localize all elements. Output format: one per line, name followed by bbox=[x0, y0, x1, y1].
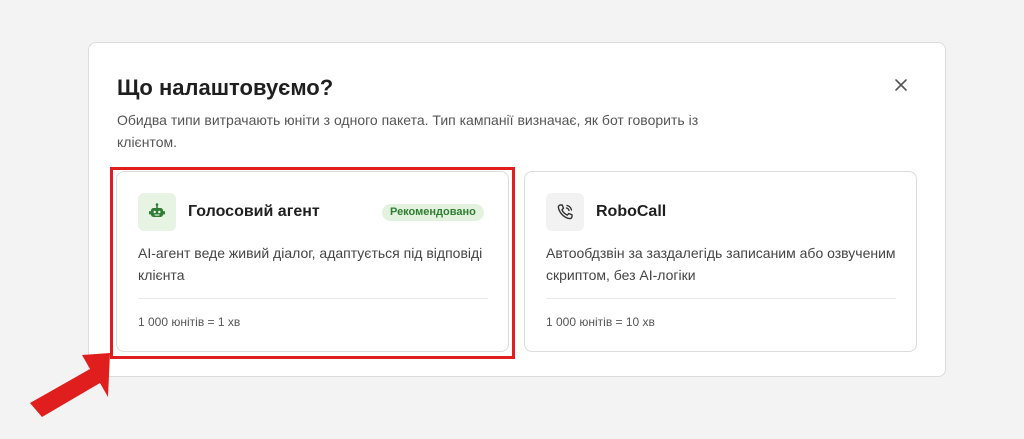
card-divider bbox=[138, 298, 488, 299]
option-name: RoboCall bbox=[596, 203, 667, 220]
option-rate: 1 000 юнітів = 1 хв bbox=[138, 315, 241, 329]
option-name: Голосовий агент bbox=[188, 203, 320, 220]
option-card-voice-agent[interactable]: Голосовий агент Рекомендовано AI-агент в… bbox=[116, 171, 509, 352]
campaign-type-modal: Що налаштовуємо? Обидва типи витрачають … bbox=[88, 42, 946, 377]
modal-title: Що налаштовуємо? bbox=[117, 75, 334, 100]
phone-call-icon bbox=[546, 193, 584, 231]
card-divider bbox=[546, 298, 896, 299]
option-description: AI-агент веде живий діалог, адаптується … bbox=[138, 245, 483, 283]
option-rate: 1 000 юнітів = 10 хв bbox=[546, 315, 655, 329]
recommended-badge: Рекомендовано bbox=[382, 204, 484, 221]
option-card-robocall[interactable]: RoboCall Автообдзвін за заздалегідь запи… bbox=[524, 171, 917, 352]
close-icon bbox=[895, 79, 907, 91]
close-button[interactable] bbox=[889, 73, 913, 97]
option-description: Автообдзвін за заздалегідь записаним або… bbox=[546, 245, 896, 283]
modal-description: Обидва типи витрачають юніти з одного па… bbox=[117, 112, 699, 150]
robot-icon bbox=[138, 193, 176, 231]
